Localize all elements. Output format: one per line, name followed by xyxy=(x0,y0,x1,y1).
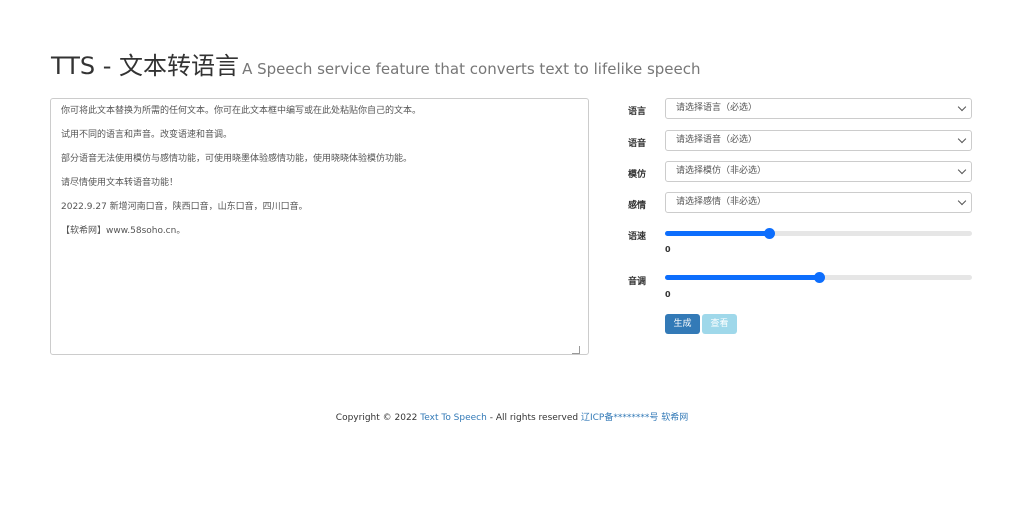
voice-select-value: 请选择语音（必选） xyxy=(676,135,758,145)
rate-slider-fill xyxy=(665,231,770,236)
footer: Copyright © 2022 Text To Speech - All ri… xyxy=(0,410,1024,423)
rate-value: 0 xyxy=(665,245,671,254)
pitch-slider-thumb[interactable] xyxy=(813,272,825,283)
generate-button[interactable]: 生成 xyxy=(665,314,700,334)
emotion-select-value: 请选择感情（非必选） xyxy=(676,197,767,207)
pitch-slider-fill xyxy=(665,275,819,280)
emotion-label: 感情 xyxy=(628,201,647,211)
imitate-label: 模仿 xyxy=(628,170,647,180)
icp-link[interactable]: 辽ICP备********号 软希网 xyxy=(581,413,688,423)
rate-slider-thumb[interactable] xyxy=(764,228,776,239)
app-subtitle: A Speech service feature that converts t… xyxy=(242,60,701,78)
pitch-label: 音调 xyxy=(628,277,647,287)
voice-select[interactable]: 请选择语音（必选） xyxy=(665,130,972,151)
chevron-down-icon xyxy=(957,102,967,112)
language-label: 语言 xyxy=(628,107,647,117)
rights-text: - All rights reserved xyxy=(489,413,579,423)
language-select[interactable]: 请选择语言（必选） xyxy=(665,98,972,119)
page-title: TTS - 文本转语言 A Speech service feature that… xyxy=(51,52,701,83)
view-button[interactable]: 查看 xyxy=(702,314,737,334)
site-link[interactable]: Text To Speech xyxy=(420,413,487,423)
copyright-text: Copyright © 2022 xyxy=(335,413,418,423)
imitate-select[interactable]: 请选择模仿（非必选） xyxy=(665,161,972,182)
chevron-down-icon xyxy=(957,165,967,175)
language-select-value: 请选择语言（必选） xyxy=(676,103,758,113)
pitch-value: 0 xyxy=(665,290,671,299)
imitate-select-value: 请选择模仿（非必选） xyxy=(676,166,767,176)
resize-handle-icon[interactable] xyxy=(572,346,580,354)
voice-label: 语音 xyxy=(628,139,647,149)
pitch-slider[interactable] xyxy=(665,272,972,283)
rate-slider[interactable] xyxy=(665,228,972,239)
chevron-down-icon xyxy=(957,134,967,144)
chevron-down-icon xyxy=(957,196,967,206)
app-title: TTS - 文本转语言 xyxy=(51,52,240,80)
text-input[interactable] xyxy=(50,98,589,355)
rate-label: 语速 xyxy=(628,232,647,242)
emotion-select[interactable]: 请选择感情（非必选） xyxy=(665,192,972,213)
